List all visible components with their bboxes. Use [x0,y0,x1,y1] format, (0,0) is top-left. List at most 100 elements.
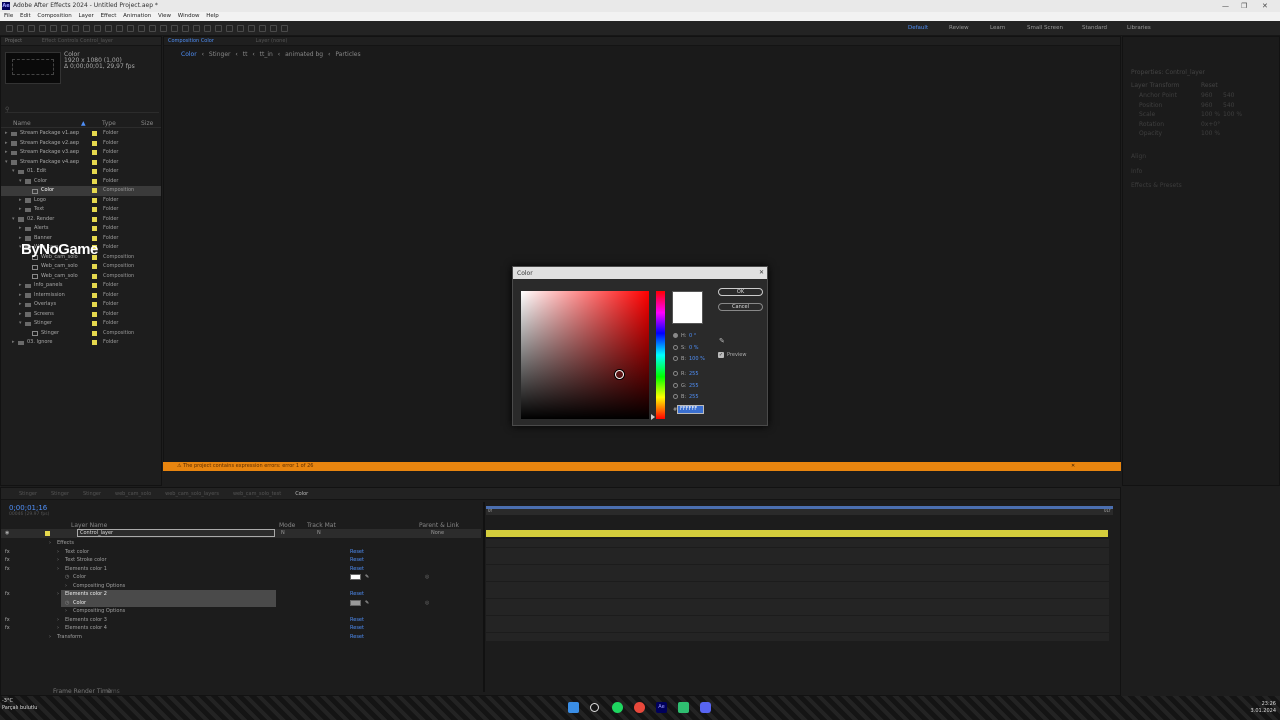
timeline-tab[interactable]: Stinger [51,491,69,497]
label-color-swatch[interactable] [92,140,97,146]
timeline-property-row[interactable]: › Compositing Options [1,607,481,616]
tab-composition-color[interactable]: Composition Color [168,38,214,44]
dialog-close-icon[interactable]: ✕ [759,269,764,276]
tool-icon[interactable] [259,25,266,32]
breadcrumb-item[interactable]: Particles [335,51,360,58]
chevron-right-icon[interactable]: ▸ [5,129,8,139]
hsb-field-value[interactable]: 100 % [689,356,705,362]
project-item[interactable]: ▸ Logo Folder [1,196,161,206]
menu-layer[interactable]: Layer [78,13,93,19]
expression-error-bar[interactable]: ⚠ The project contains expression errors… [163,462,1121,471]
workspace-review[interactable]: Review [949,25,969,31]
project-item[interactable]: ▸ 03. Ignore Folder [1,338,161,348]
chevron-right-icon[interactable]: › [57,624,59,633]
layer-track-matte[interactable]: N [317,529,321,538]
tool-icon[interactable] [171,25,178,32]
column-mode[interactable]: Mode [279,522,295,529]
expression-pickwhip-icon[interactable]: ◎ [425,599,429,608]
project-item[interactable]: Web_cam_solo Composition [1,262,161,272]
label-color-swatch[interactable] [92,292,97,298]
chevron-right-icon[interactable]: ▸ [19,196,22,206]
stopwatch-icon[interactable]: ◷ [65,573,69,582]
windows-start-icon[interactable] [568,702,579,713]
tool-icon[interactable] [237,25,244,32]
work-area-bar[interactable] [486,506,1113,509]
menu-view[interactable]: View [158,13,171,19]
reset-link[interactable]: Reset [350,624,364,633]
tool-icon[interactable] [215,25,222,32]
color-swatch[interactable] [350,599,361,606]
layer-name-field[interactable]: Control_layer [77,529,275,537]
reset-link[interactable]: Reset [350,616,364,625]
chevron-right-icon[interactable]: ▸ [19,281,22,291]
tool-icon[interactable] [116,25,123,32]
hex-input[interactable]: FFFFFF [677,405,704,414]
timeline-property-row[interactable]: fx › Elements color 2 Reset [1,590,481,599]
tool-icon[interactable] [6,25,13,32]
label-color-swatch[interactable] [92,159,97,165]
chrome-icon[interactable] [634,702,645,713]
layer-row-control-layer[interactable]: ◉ Control_layer N N None [1,529,481,538]
reset-link[interactable]: Reset [350,548,364,557]
chevron-right-icon[interactable]: ▸ [12,338,15,348]
tool-icon[interactable] [17,25,24,32]
app-icon-green[interactable] [678,702,689,713]
project-item[interactable]: ▸ Alerts Folder [1,224,161,234]
search-icon[interactable] [590,703,599,712]
discord-icon[interactable] [700,702,711,713]
menu-window[interactable]: Window [178,13,200,19]
label-color-swatch[interactable] [92,283,97,288]
timeline-tab[interactable]: Stinger [19,491,37,497]
chevron-right-icon[interactable]: ▸ [19,205,22,215]
project-item[interactable]: ▸ Stream Package v3.aep Folder [1,148,161,158]
chevron-right-icon[interactable]: › [57,548,59,557]
align-section[interactable]: Align [1131,153,1146,160]
breadcrumb-item[interactable]: Color [181,51,197,58]
chevron-right-icon[interactable]: ▸ [19,291,22,301]
chevron-right-icon[interactable]: › [65,582,67,591]
after-effects-taskbar-icon[interactable]: Ae [656,702,667,713]
menu-animation[interactable]: Animation [123,13,151,19]
property-value-2[interactable]: 540 [1223,102,1234,109]
label-color-swatch[interactable] [92,226,97,231]
chevron-right-icon[interactable]: › [57,565,59,574]
tool-icon[interactable] [182,25,189,32]
property-value[interactable]: 960 [1201,102,1212,109]
tool-icon[interactable] [127,25,134,32]
chevron-right-icon[interactable]: ▸ [5,139,8,149]
workspace-default[interactable]: Default [908,25,928,31]
reset-link[interactable]: Reset [350,556,364,565]
chevron-right-icon[interactable]: ▸ [19,300,22,310]
timeline-property-row[interactable]: fx › Elements color 3 Reset [1,616,481,625]
chevron-down-icon[interactable]: ▾ [12,215,15,225]
timeline-tab[interactable]: Stinger [83,491,101,497]
close-error-icon[interactable]: ✕ [1071,462,1075,471]
project-item[interactable]: Color Composition [1,186,161,196]
timeline-property-row[interactable]: › Effects [1,539,481,548]
tool-icon[interactable] [105,25,112,32]
tool-icon[interactable] [83,25,90,32]
label-color-swatch[interactable] [92,197,97,203]
time-ruler[interactable]: 0f 01f [486,508,1113,515]
project-item[interactable]: ▾ Color Folder [1,177,161,187]
chevron-right-icon[interactable]: ▸ [19,224,22,234]
breadcrumb-item[interactable]: tt [243,51,248,58]
tool-icon[interactable] [248,25,255,32]
current-timecode[interactable]: 0;00;01;16 [9,504,47,512]
column-parent[interactable]: Parent & Link [419,522,459,529]
tool-icon[interactable] [138,25,145,32]
project-item[interactable]: Stinger Composition [1,329,161,339]
timeline-property-row[interactable]: fx › Text color Reset [1,548,481,557]
tool-icon[interactable] [61,25,68,32]
label-color-swatch[interactable] [92,169,97,174]
hsb-field-value[interactable]: 0 ° [689,333,696,339]
timeline-tab[interactable]: web_cam_solo_test [233,491,281,497]
visibility-eye-icon[interactable]: ◉ [5,529,9,538]
chevron-down-icon[interactable]: ▾ [19,319,22,329]
eyedropper-icon[interactable]: ✎ [365,599,369,608]
layer-label-color[interactable] [45,531,50,536]
tool-icon[interactable] [226,25,233,32]
project-item[interactable]: ▾ 01. Edit Folder [1,167,161,177]
chevron-right-icon[interactable]: ▸ [19,310,22,320]
tool-icon[interactable] [28,25,35,32]
